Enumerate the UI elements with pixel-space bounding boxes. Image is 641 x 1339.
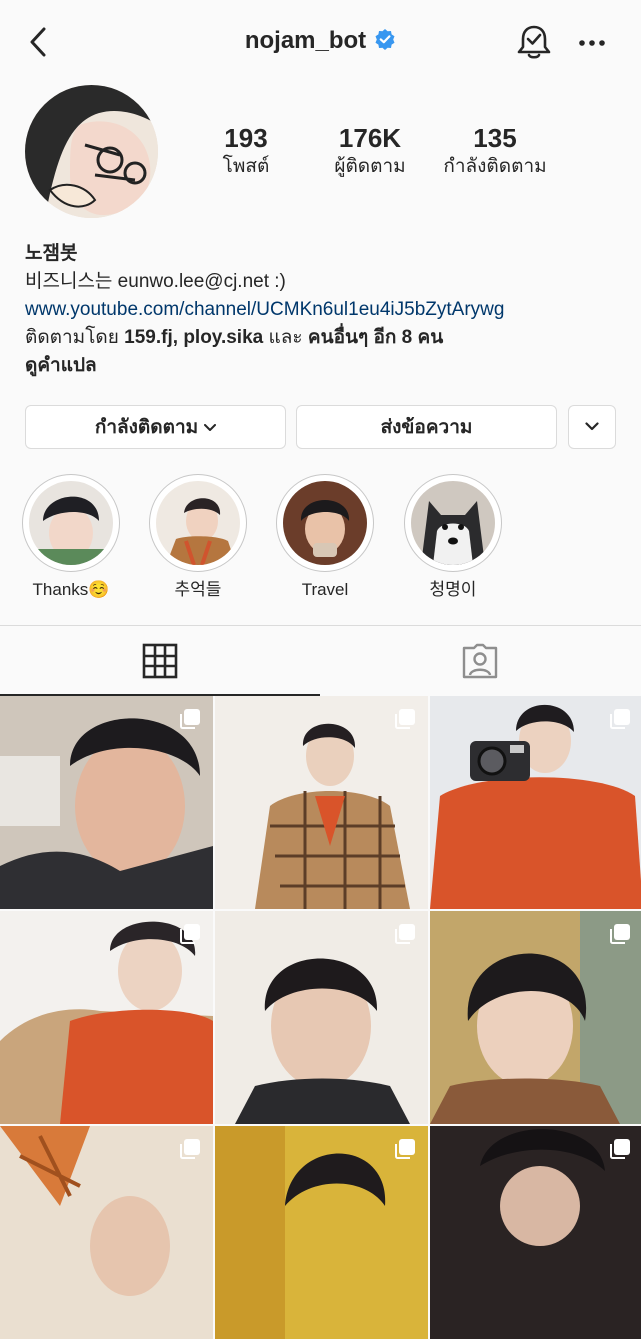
highlight-label: 청명이 xyxy=(429,580,477,599)
highlight-cover-image xyxy=(411,481,495,565)
multiple-photos-icon xyxy=(395,924,415,944)
grid-icon xyxy=(142,643,178,679)
post-thumbnail[interactable] xyxy=(430,1126,641,1339)
stat-followers[interactable]: 176K ผู้ติดตาม xyxy=(325,122,415,180)
chevron-down-icon xyxy=(204,406,217,450)
highlight-dog[interactable]: 청명이 xyxy=(403,474,503,600)
tagged-person-icon xyxy=(462,643,498,679)
highlight-ring xyxy=(149,474,247,572)
following-label: กำลังติดตาม xyxy=(443,156,547,177)
profile-avatar[interactable] xyxy=(25,85,158,218)
multiple-photos-icon xyxy=(610,709,630,729)
username: nojam_bot xyxy=(244,27,367,54)
bio-link[interactable]: www.youtube.com/channel/UCMKn6ul1eu4iJ5b… xyxy=(25,296,625,324)
multiple-photos-icon xyxy=(395,1139,415,1159)
top-bar: nojam_bot xyxy=(0,0,641,86)
posts-count: 193 xyxy=(224,123,268,153)
followed-by-accounts: 159.fj, ploy.sika xyxy=(124,327,264,348)
post-thumbnail[interactable] xyxy=(0,696,213,909)
multiple-photos-icon xyxy=(610,1139,630,1159)
highlight-travel[interactable]: Travel xyxy=(275,474,375,600)
multiple-photos-icon xyxy=(610,924,630,944)
highlight-cover-image xyxy=(29,481,113,565)
highlight-thanks[interactable]: Thanks☺️ xyxy=(21,474,121,600)
multiple-photos-icon xyxy=(180,924,200,944)
multiple-photos-icon xyxy=(180,1139,200,1159)
followed-by-prefix: ติดตามโดย xyxy=(25,327,125,348)
highlight-label: Travel xyxy=(301,580,349,599)
suggestions-dropdown-button[interactable] xyxy=(568,405,616,449)
tab-grid[interactable] xyxy=(0,626,320,696)
post-thumbnail[interactable] xyxy=(215,911,428,1124)
message-button[interactable]: ส่งข้อความ xyxy=(296,405,557,449)
followers-count: 176K xyxy=(338,123,402,153)
post-thumbnail[interactable] xyxy=(430,696,641,909)
following-button[interactable]: กำลังติดตาม xyxy=(25,405,286,449)
message-button-label: ส่งข้อความ xyxy=(380,417,473,438)
followed-by[interactable]: ติดตามโดย 159.fj, ploy.sika และ คนอื่นๆ … xyxy=(25,324,625,352)
highlight-label: Thanks☺️ xyxy=(32,580,110,599)
stat-posts[interactable]: 193 โพสต์ xyxy=(215,122,277,180)
highlight-cover-image xyxy=(283,481,367,565)
notification-bell-icon[interactable] xyxy=(514,22,554,62)
multiple-photos-icon xyxy=(395,709,415,729)
see-translation-link[interactable]: ดูคำแปล xyxy=(25,352,625,380)
more-options-icon[interactable] xyxy=(578,38,606,48)
highlight-ring xyxy=(22,474,120,572)
followers-label: ผู้ติดตาม xyxy=(334,156,406,177)
following-button-label: กำลังติดตาม xyxy=(94,417,199,438)
profile-bio: 노잼봇 비즈니스는 eunwo.lee@cj.net :) www.youtub… xyxy=(25,240,625,380)
posts-label: โพสต์ xyxy=(222,156,270,177)
stat-following[interactable]: 135 กำลังติดตาม xyxy=(436,122,554,180)
post-thumbnail[interactable] xyxy=(430,911,641,1124)
followed-by-others: คนอื่นๆ อีก 8 คน xyxy=(307,327,444,348)
multiple-photos-icon xyxy=(180,709,200,729)
highlight-ring xyxy=(276,474,374,572)
highlight-memories[interactable]: 추억들 xyxy=(148,474,248,600)
followed-by-middle: และ xyxy=(263,327,308,348)
profile-tabs xyxy=(0,625,641,696)
verified-badge-icon xyxy=(375,29,395,50)
post-thumbnail[interactable] xyxy=(0,911,213,1124)
post-thumbnail[interactable] xyxy=(215,1126,428,1339)
bio-text: 비즈니스는 eunwo.lee@cj.net :) xyxy=(25,271,286,292)
highlight-ring xyxy=(404,474,502,572)
avatar-illustration xyxy=(25,85,158,218)
display-name: 노잼봇 xyxy=(25,243,78,264)
following-count: 135 xyxy=(473,123,517,153)
highlight-cover-image xyxy=(156,481,240,565)
highlight-label: 추억들 xyxy=(174,580,222,599)
post-thumbnail[interactable] xyxy=(215,696,428,909)
tab-tagged[interactable] xyxy=(321,626,641,694)
post-thumbnail[interactable] xyxy=(0,1126,213,1339)
chevron-down-icon xyxy=(585,422,599,431)
